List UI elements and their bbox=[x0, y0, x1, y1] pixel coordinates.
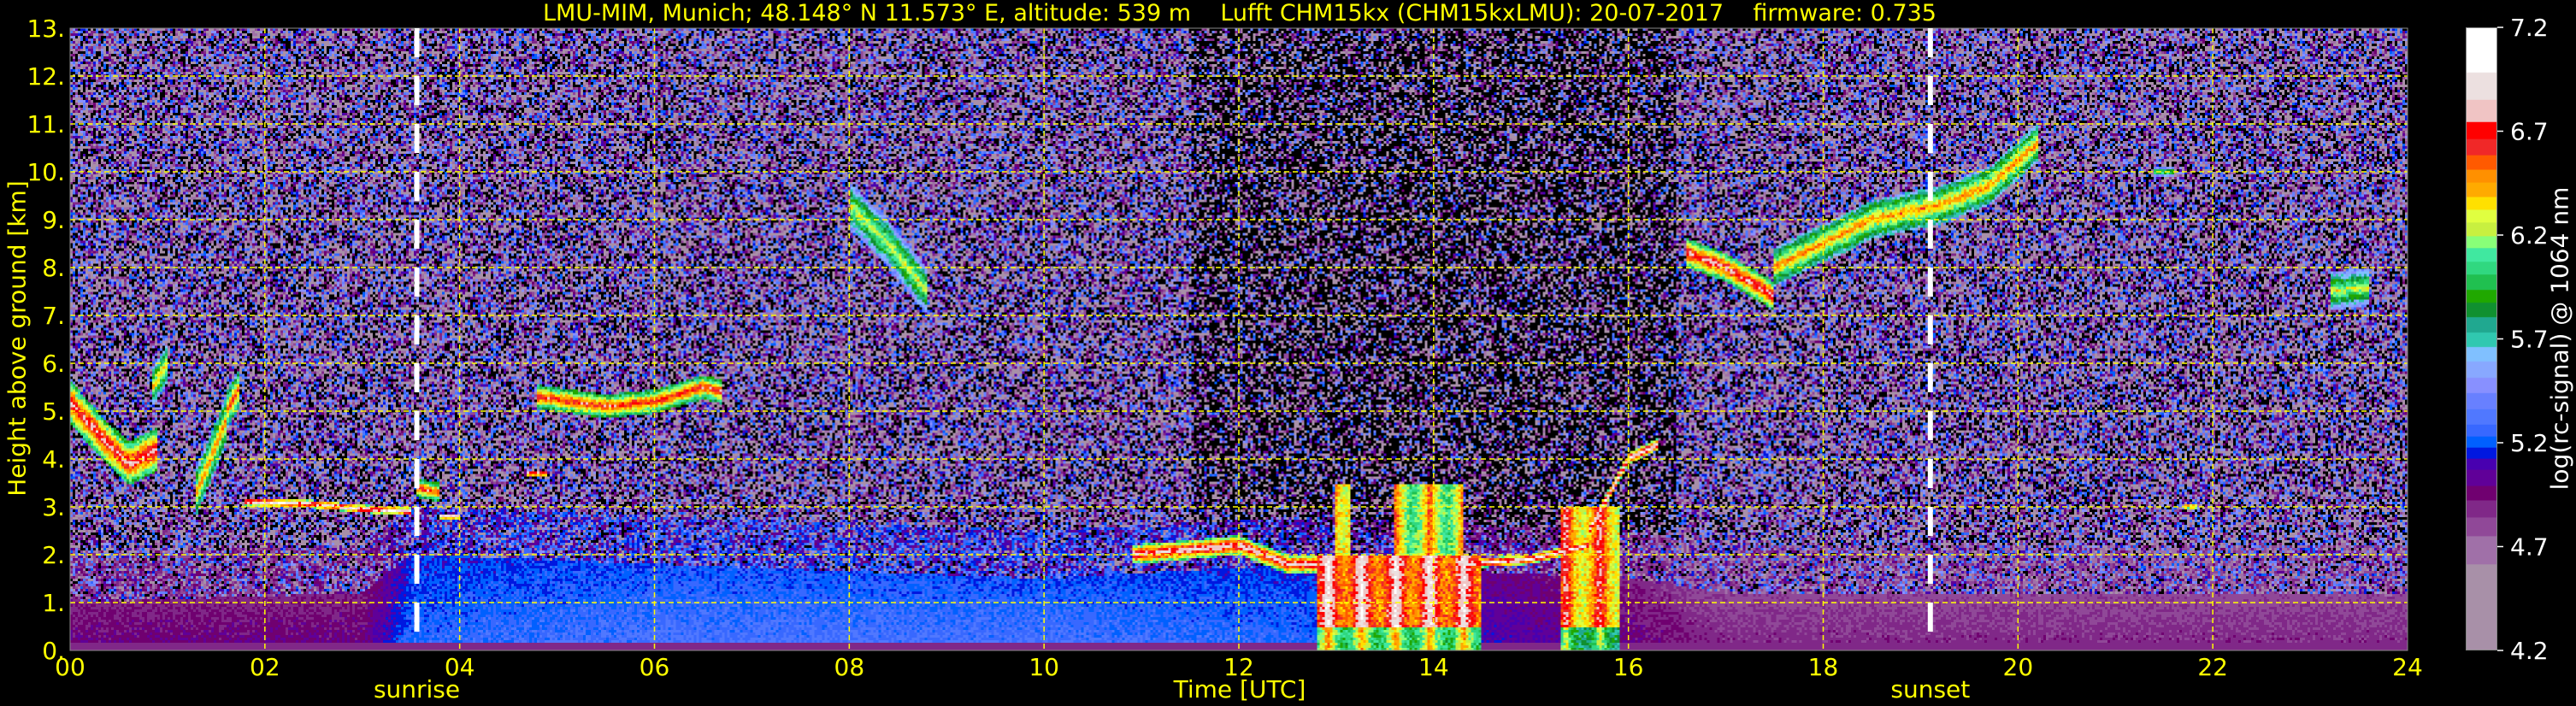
y-axis-label: Height above ground [km] bbox=[3, 180, 32, 497]
colorbar-tick-label: 7.2 bbox=[2510, 14, 2549, 42]
x-tick-label: 00 bbox=[55, 653, 85, 681]
colorbar-tick-label: 4.2 bbox=[2510, 637, 2549, 665]
y-tick-label: 5. bbox=[42, 397, 65, 426]
y-tick-label: 8. bbox=[42, 254, 65, 282]
y-tick-label: 9. bbox=[42, 206, 65, 234]
y-tick-label: 2. bbox=[42, 541, 65, 569]
y-tick-label: 6. bbox=[42, 350, 65, 378]
colorbar-tick-label: 5.2 bbox=[2510, 429, 2549, 457]
x-tick-label: 14 bbox=[1418, 653, 1449, 681]
x-tick-label: 10 bbox=[1029, 653, 1059, 681]
x-tick-label: 22 bbox=[2197, 653, 2228, 681]
y-tick-label: 10. bbox=[27, 158, 65, 186]
colorbar-label: log(rc-signal) @ 1064 nm bbox=[2545, 186, 2574, 491]
y-tick-label: 12. bbox=[27, 62, 65, 91]
colorbar-tick-label: 6.7 bbox=[2510, 118, 2549, 146]
x-tick-label: 06 bbox=[640, 653, 670, 681]
x-tick-label: 02 bbox=[250, 653, 280, 681]
axes-overlay: 0.1.2.3.4.5.6.7.8.9.10.11.12.13.00 02 04 06… bbox=[27, 14, 2549, 703]
y-tick-label: 3. bbox=[42, 493, 65, 521]
y-tick-label: 4. bbox=[42, 445, 65, 474]
y-tick-label: 7. bbox=[42, 302, 65, 330]
x-tick-label: 08 bbox=[834, 653, 865, 681]
x-axis-label: Time [UTC] bbox=[1173, 675, 1306, 703]
sunrise-label: sunrise bbox=[374, 675, 460, 703]
sunset-label: sunset bbox=[1890, 675, 1970, 703]
x-tick-label: 24 bbox=[2392, 653, 2423, 681]
x-tick-label: 20 bbox=[2003, 653, 2034, 681]
y-tick-label: 11. bbox=[27, 110, 65, 138]
colorbar bbox=[2466, 27, 2497, 650]
y-tick-label: 1. bbox=[42, 589, 65, 617]
y-tick-label: 13. bbox=[27, 15, 65, 43]
colorbar-tick-label: 6.2 bbox=[2510, 221, 2549, 250]
colorbar-tick-label: 4.7 bbox=[2510, 533, 2549, 562]
colorbar-tick-label: 5.7 bbox=[2510, 326, 2549, 354]
x-tick-label: 16 bbox=[1613, 653, 1644, 681]
x-tick-label: 18 bbox=[1808, 653, 1839, 681]
